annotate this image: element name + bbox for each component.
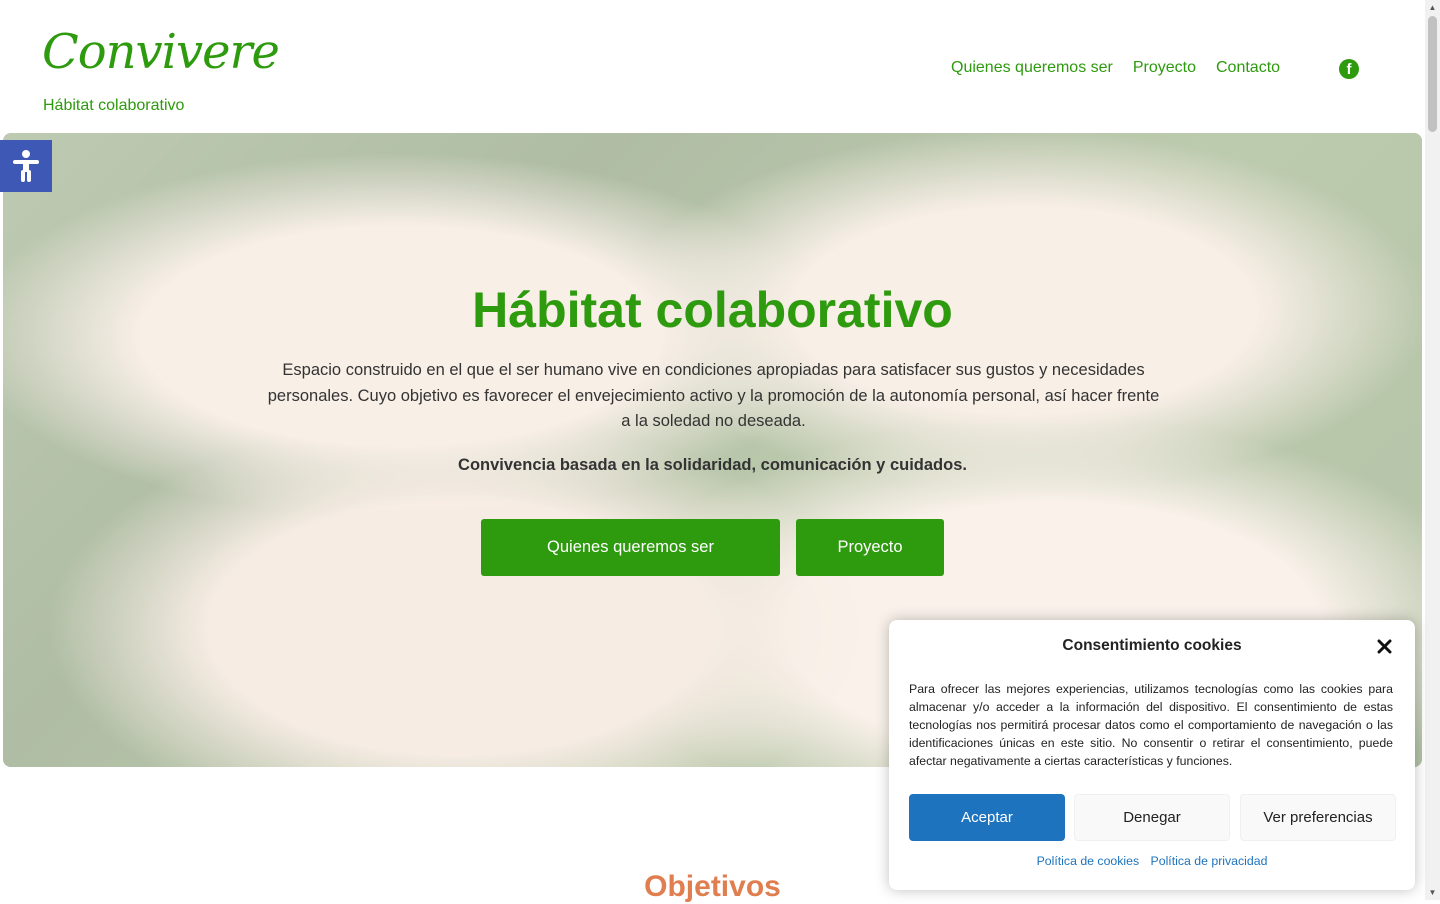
nav-proyecto[interactable]: Proyecto <box>1133 59 1196 77</box>
preferences-button[interactable]: Ver preferencias <box>1240 794 1396 841</box>
cookie-policy-link[interactable]: Política de cookies <box>1037 854 1140 868</box>
cookie-links: Política de cookies Política de privacid… <box>889 854 1415 868</box>
nav-quienes-queremos-ser[interactable]: Quienes queremos ser <box>951 59 1113 77</box>
page-scrollbar[interactable]: ▲ ▼ <box>1425 0 1440 900</box>
accessibility-icon <box>13 150 39 182</box>
scrollbar-thumb[interactable] <box>1428 16 1437 132</box>
deny-button[interactable]: Denegar <box>1074 794 1230 841</box>
cookie-title: Consentimiento cookies <box>1062 637 1242 654</box>
close-icon[interactable] <box>1377 639 1392 654</box>
nav-contacto[interactable]: Contacto <box>1216 59 1280 77</box>
proyecto-button[interactable]: Proyecto <box>796 519 944 576</box>
hero-title: Hábitat colaborativo <box>472 282 953 338</box>
accessibility-button[interactable] <box>0 140 52 192</box>
scroll-up-icon[interactable]: ▲ <box>1425 0 1440 15</box>
privacy-policy-link[interactable]: Política de privacidad <box>1151 854 1268 868</box>
main-nav: Quienes queremos ser Proyecto Contacto <box>951 59 1280 77</box>
site-logo[interactable]: Convivere <box>42 28 280 76</box>
cookie-consent-dialog: Consentimiento cookies Para ofrecer las … <box>889 620 1415 890</box>
accept-button[interactable]: Aceptar <box>909 794 1065 841</box>
hero-highlight: Convivencia basada en la solidaridad, co… <box>458 456 967 474</box>
facebook-icon[interactable]: f <box>1339 59 1359 79</box>
quienes-queremos-ser-button[interactable]: Quienes queremos ser <box>481 519 780 576</box>
site-tagline: Hábitat colaborativo <box>43 97 185 114</box>
scroll-down-icon[interactable]: ▼ <box>1425 885 1440 900</box>
hero-description: Espacio construido en el que el ser huma… <box>267 361 1160 430</box>
cookie-message: Para ofrecer las mejores experiencias, u… <box>909 682 1393 768</box>
